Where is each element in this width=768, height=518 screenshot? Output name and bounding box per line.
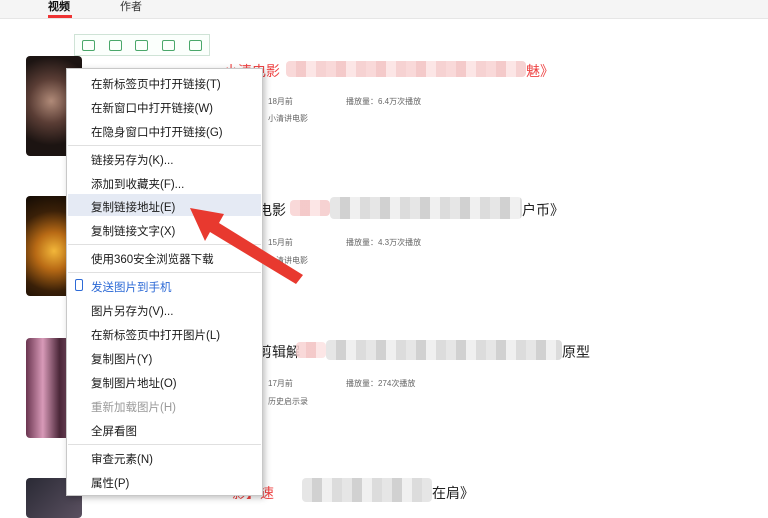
annotation-arrow — [190, 208, 303, 284]
arrow-shape — [190, 208, 303, 284]
